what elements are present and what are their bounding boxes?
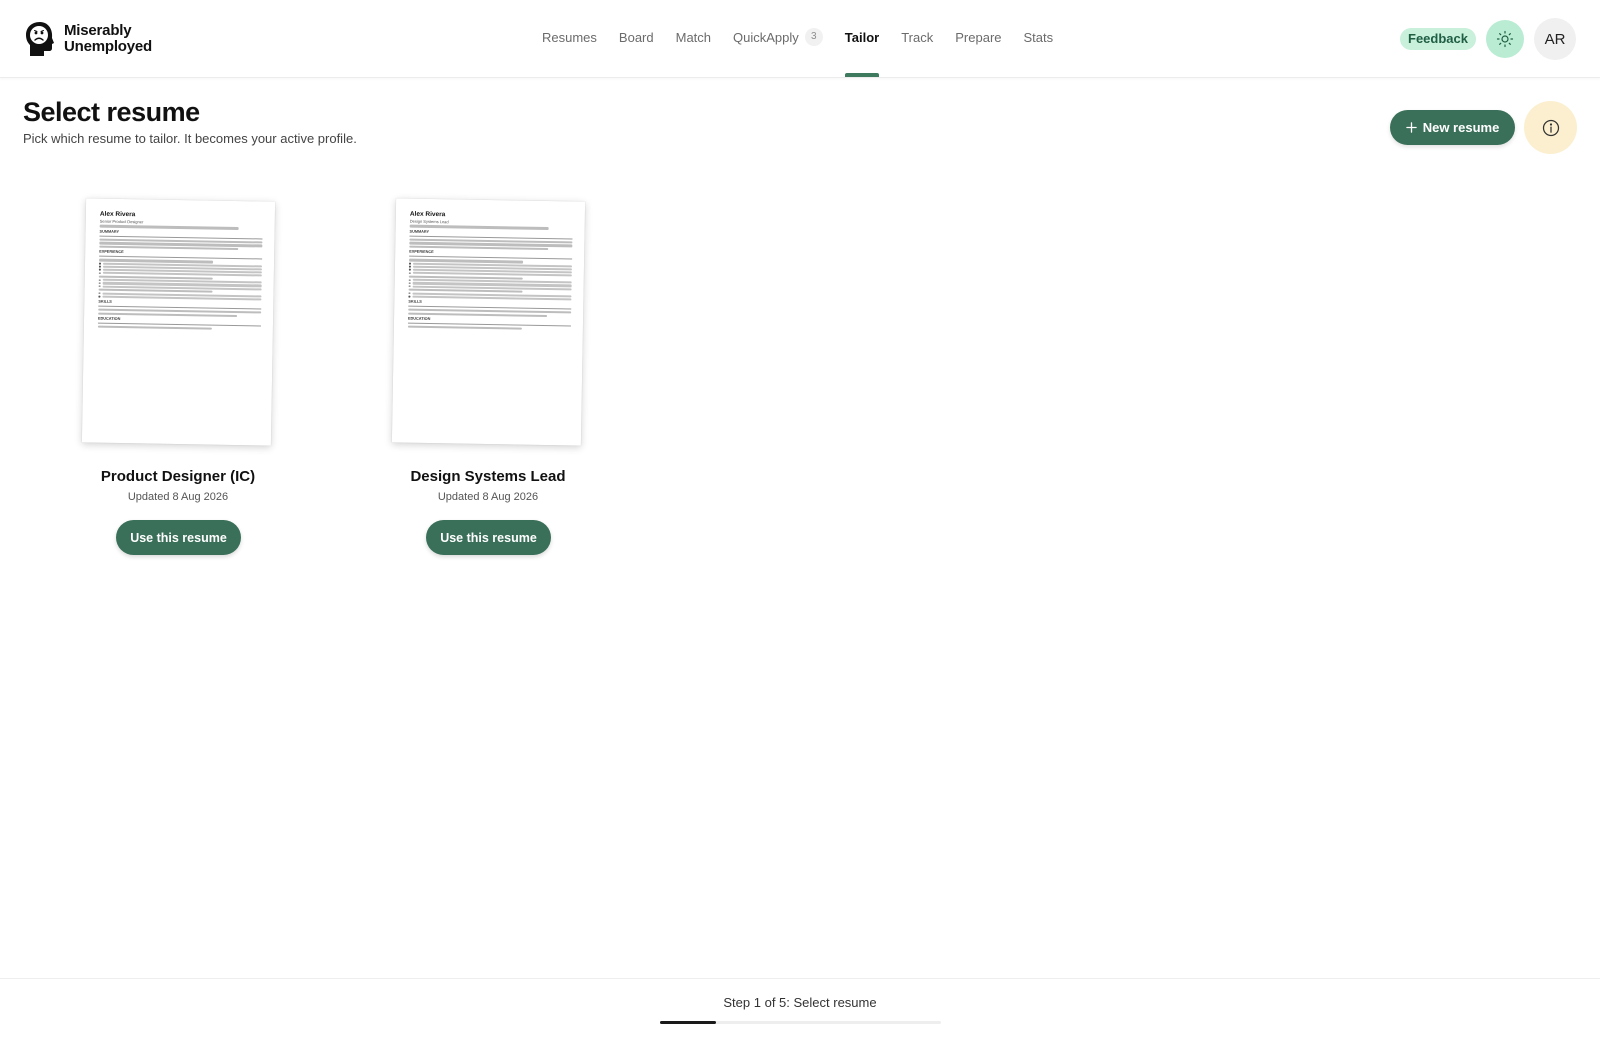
preview-section: SUMMARY bbox=[99, 229, 263, 240]
preview-line bbox=[407, 325, 523, 330]
nav-item-quickapply[interactable]: QuickApply 3 bbox=[722, 0, 834, 74]
theme-toggle-button[interactable] bbox=[1486, 20, 1524, 58]
page-subtitle: Pick which resume to tailor. It becomes … bbox=[23, 131, 357, 146]
feedback-button[interactable]: Feedback bbox=[1400, 28, 1476, 50]
header-actions: Feedback AR bbox=[1400, 18, 1576, 60]
nav-label: QuickApply bbox=[733, 29, 799, 45]
new-resume-label: New resume bbox=[1422, 120, 1500, 135]
resume-preview: Alex Rivera Design Systems Lead SUMMARY … bbox=[394, 198, 585, 331]
nav-item-board[interactable]: Board bbox=[608, 0, 665, 74]
resume-preview-thumbnail[interactable]: Alex Rivera Senior Product Designer SUMM… bbox=[81, 198, 276, 446]
resume-preview-thumbnail[interactable]: Alex Rivera Design Systems Lead SUMMARY … bbox=[391, 198, 586, 446]
step-label: Step 1 of 5: Select resume bbox=[723, 995, 877, 1010]
nav-label: Tailor bbox=[844, 29, 880, 45]
nav-label: Match bbox=[675, 29, 712, 45]
nav-item-track[interactable]: Track bbox=[890, 0, 944, 74]
nav-item-resumes[interactable]: Resumes bbox=[531, 0, 608, 74]
preview-section: SKILLS bbox=[98, 299, 262, 310]
info-icon bbox=[1542, 119, 1559, 136]
brand[interactable]: Miserably Unemployed bbox=[24, 20, 152, 58]
resume-title: Product Designer (IC) bbox=[100, 468, 256, 485]
nav-label: Stats bbox=[1023, 29, 1054, 45]
sun-icon bbox=[1496, 30, 1514, 48]
new-resume-button[interactable]: New resume bbox=[1390, 110, 1515, 145]
resume-updated-date: Updated 8 Aug 2026 bbox=[437, 491, 539, 503]
sad-face-logo-icon bbox=[26, 22, 54, 56]
brand-name: Miserably Unemployed bbox=[64, 23, 152, 55]
preview-section: EXPERIENCE bbox=[99, 249, 263, 260]
resume-title: Design Systems Lead bbox=[410, 468, 566, 485]
nav-label: Prepare bbox=[955, 29, 1002, 45]
step-footer: Step 1 of 5: Select resume bbox=[0, 978, 1600, 1039]
preview-line bbox=[97, 325, 213, 330]
resume-updated-date: Updated 8 Aug 2026 bbox=[127, 491, 229, 503]
nav-item-match[interactable]: Match bbox=[665, 0, 722, 74]
nav-item-tailor[interactable]: Tailor bbox=[834, 0, 890, 77]
info-button[interactable] bbox=[1524, 101, 1577, 154]
resume-preview: Alex Rivera Senior Product Designer SUMM… bbox=[84, 198, 275, 331]
preview-section: EDUCATION bbox=[407, 316, 572, 327]
preview-section: EXPERIENCE bbox=[409, 249, 573, 260]
nav-label: Track bbox=[901, 29, 934, 45]
use-this-resume-button[interactable]: Use this resume bbox=[116, 520, 241, 555]
brand-name-line2: Unemployed bbox=[64, 38, 153, 55]
page-title: Select resume bbox=[23, 97, 200, 127]
preview-section: SKILLS bbox=[408, 299, 572, 310]
nav-item-prepare[interactable]: Prepare bbox=[944, 0, 1012, 74]
nav-item-stats[interactable]: Stats bbox=[1013, 0, 1065, 74]
use-this-resume-button[interactable]: Use this resume bbox=[426, 520, 551, 555]
user-avatar[interactable]: AR bbox=[1534, 18, 1576, 60]
plus-icon bbox=[1405, 122, 1417, 133]
step-progress-track bbox=[660, 1021, 941, 1024]
quickapply-count-badge: 3 bbox=[804, 28, 823, 46]
nav-label: Board bbox=[618, 29, 654, 45]
top-navigation-bar: Miserably Unemployed Resumes Board Match… bbox=[0, 0, 1600, 78]
step-progress-fill bbox=[660, 1021, 717, 1024]
nav-label: Resumes bbox=[542, 29, 597, 45]
main-nav: Resumes Board Match QuickApply 3 Tailor T… bbox=[531, 0, 1064, 78]
preview-section: SUMMARY bbox=[409, 229, 573, 240]
preview-section: EDUCATION bbox=[97, 316, 262, 327]
brand-name-line1: Miserably bbox=[64, 22, 132, 39]
